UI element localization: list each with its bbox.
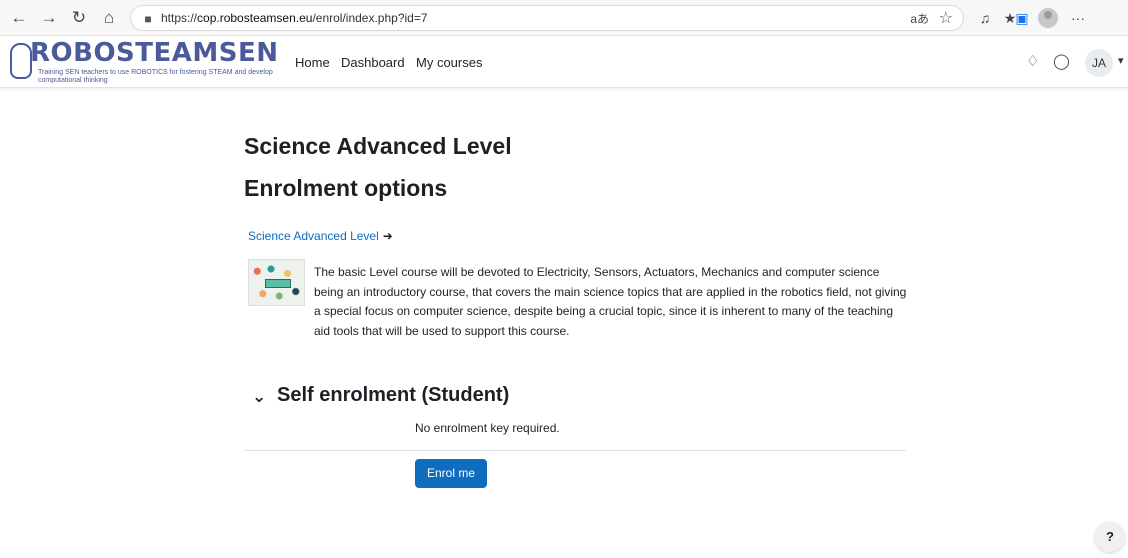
- course-link-label[interactable]: Science Advanced Level: [248, 229, 379, 243]
- user-avatar[interactable]: JA: [1085, 49, 1113, 77]
- back-arrow-icon[interactable]: ←: [8, 7, 30, 29]
- reload-icon[interactable]: ↻: [68, 7, 90, 29]
- bell-icon[interactable]: ♢: [1026, 52, 1039, 70]
- nav-dashboard[interactable]: Dashboard: [341, 55, 405, 70]
- forward-arrow-icon[interactable]: →: [38, 7, 60, 29]
- read-aloud-icon[interactable]: aあ: [910, 10, 929, 27]
- enrol-me-button[interactable]: Enrol me: [415, 459, 487, 488]
- chevron-down-icon[interactable]: ⌄: [252, 387, 266, 407]
- browser-toolbar: ← → ↻ ⌂ ■ https://cop.robosteamsen.eu/en…: [0, 0, 1128, 36]
- course-link[interactable]: Science Advanced Level ➜: [248, 229, 393, 243]
- star-icon[interactable]: ☆: [939, 8, 953, 28]
- self-enrolment-heading[interactable]: Self enrolment (Student): [277, 384, 509, 407]
- enrolment-options-heading: Enrolment options: [244, 175, 448, 201]
- logo-head-icon: [10, 43, 32, 79]
- extension-icon[interactable]: ♫: [975, 8, 995, 28]
- help-button[interactable]: ?: [1095, 522, 1125, 552]
- more-menu-icon[interactable]: ···: [1068, 8, 1088, 28]
- divider: [244, 450, 906, 451]
- site-navbar: ROBOSTEAMSEN Training SEN teachers to us…: [0, 36, 1128, 88]
- chat-icon[interactable]: ◯: [1053, 52, 1070, 70]
- course-image-label: [265, 279, 291, 288]
- nav-home[interactable]: Home: [295, 55, 330, 70]
- collections-icon[interactable]: ▣: [1012, 8, 1032, 28]
- address-bar[interactable]: ■ https://cop.robosteamsen.eu/enrol/inde…: [130, 5, 964, 31]
- course-image: [248, 259, 305, 306]
- home-icon[interactable]: ⌂: [98, 7, 120, 29]
- site-logo[interactable]: ROBOSTEAMSEN Training SEN teachers to us…: [8, 38, 278, 85]
- logo-title: ROBOSTEAMSEN: [30, 38, 279, 68]
- logo-subtitle: Training SEN teachers to use ROBOTICS fo…: [38, 69, 273, 84]
- no-enrolment-key-text: No enrolment key required.: [415, 421, 560, 435]
- course-summary: The basic Level course will be devoted t…: [314, 265, 907, 338]
- sign-in-icon: ➜: [382, 229, 393, 243]
- url-text[interactable]: https://cop.robosteamsen.eu/enrol/index.…: [161, 11, 428, 25]
- chevron-down-icon[interactable]: ▾: [1118, 54, 1124, 67]
- lock-icon[interactable]: ■: [140, 11, 156, 27]
- page-title: Science Advanced Level: [244, 133, 512, 159]
- nav-my-courses[interactable]: My courses: [416, 55, 482, 70]
- profile-icon[interactable]: [1038, 8, 1058, 28]
